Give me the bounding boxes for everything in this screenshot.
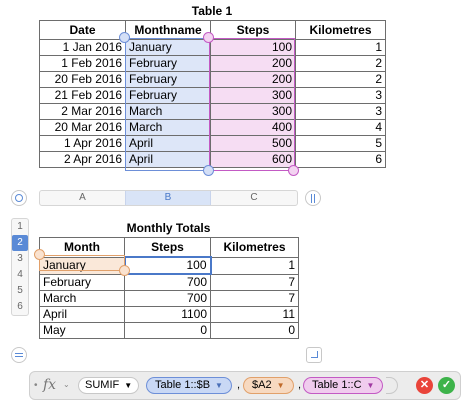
table1-cell-kilometres[interactable]: 1	[295, 39, 386, 56]
table1-cell-date[interactable]: 20 Feb 2016	[39, 71, 126, 88]
chevron-down-icon: ▼	[124, 381, 133, 390]
argument-separator: ,	[237, 379, 241, 391]
table1-header-steps[interactable]: Steps	[210, 20, 296, 40]
table1-cell-kilometres[interactable]: 3	[295, 87, 386, 104]
range-handle-bottom[interactable]	[203, 165, 214, 176]
cancel-formula-button[interactable]: ✕	[416, 377, 433, 394]
table1-cell-date[interactable]: 1 Jan 2016	[39, 39, 126, 56]
monthly-totals-header-kilometres[interactable]: Kilometres	[210, 237, 299, 258]
monthly-totals-table: Month Steps Kilometres January 100 1 Febru…	[39, 237, 299, 339]
monthly-totals-title: Monthly Totals	[126, 221, 211, 235]
monthly-totals-cell-steps[interactable]: 100	[123, 256, 212, 275]
column-header-a[interactable]: A	[40, 191, 125, 205]
formula-closing-paren	[386, 377, 398, 394]
table-row: February 700 7	[39, 273, 299, 291]
monthly-totals-cell-steps[interactable]: 700	[124, 290, 211, 307]
table-resize-handle[interactable]	[306, 347, 322, 363]
reference-token-range-c[interactable]: Table 1::C ▼	[303, 377, 384, 394]
table1-header-kilometres[interactable]: Kilometres	[295, 20, 386, 40]
column-header-c[interactable]: C	[211, 191, 297, 205]
chevron-down-icon: ▼	[276, 381, 285, 390]
function-pill[interactable]: SUMIF ▼	[78, 377, 140, 394]
table-row: March 700 7	[39, 290, 299, 307]
row-header-4[interactable]: 4	[12, 267, 28, 283]
table-row: April 1100 11	[39, 306, 299, 323]
reference-token-label: $A2	[252, 379, 272, 391]
column-header-b[interactable]: B	[125, 191, 211, 205]
table1-cell-date[interactable]: 21 Feb 2016	[39, 87, 126, 104]
table1-title: Table 1	[191, 4, 233, 18]
reference-token-a2[interactable]: $A2 ▼	[243, 377, 294, 394]
monthly-totals-cell-month[interactable]: February	[39, 273, 125, 291]
row-header-1[interactable]: 1	[12, 219, 28, 235]
table1-cell-kilometres[interactable]: 6	[295, 151, 386, 168]
row-header-bar: 1 2 3 4 5 6	[11, 218, 29, 316]
reference-handle-top[interactable]	[34, 249, 45, 260]
chevron-down-icon: ▼	[366, 381, 375, 390]
argument-separator: ,	[298, 379, 302, 391]
table1-cell-kilometres[interactable]: 2	[295, 55, 386, 72]
reference-token-range-b[interactable]: Table 1::$B ▼	[146, 377, 232, 394]
monthly-totals-cell-kilometres[interactable]: 7	[210, 273, 299, 291]
reference-token-label: Table 1::$B	[155, 379, 211, 391]
row-header-3[interactable]: 3	[12, 251, 28, 267]
reference-handle-bottom[interactable]	[119, 265, 130, 276]
range-handle-top[interactable]	[119, 32, 130, 43]
monthly-totals-cell-steps[interactable]: 1100	[124, 306, 211, 323]
fx-label[interactable]: fx	[43, 377, 56, 393]
monthly-totals-cell-kilometres[interactable]: 7	[210, 290, 299, 307]
function-name: SUMIF	[85, 379, 120, 391]
table1-cell-date[interactable]: 2 Mar 2016	[39, 103, 126, 120]
table1-cell-kilometres[interactable]: 3	[295, 103, 386, 120]
monthly-totals-cell-kilometres[interactable]: 11	[210, 306, 299, 323]
table1-header-monthname[interactable]: Monthname	[125, 20, 211, 40]
range-handle-top[interactable]	[203, 32, 214, 43]
range-highlight-monthname	[125, 38, 210, 171]
monthly-totals-cell-steps[interactable]: 700	[124, 273, 211, 291]
chevron-down-icon[interactable]: ⌄	[63, 380, 70, 389]
formula-bar: • fx ⌄ SUMIF ▼ Table 1::$B ▼ , $A2 ▼ , Tabl…	[29, 371, 461, 400]
table1-cell-date[interactable]: 20 Mar 2016	[39, 119, 126, 136]
formula-mode-indicator: •	[34, 380, 38, 391]
table1-cell-kilometres[interactable]: 2	[295, 71, 386, 88]
row-header-6[interactable]: 6	[12, 299, 28, 315]
monthly-totals-cell-month[interactable]: April	[39, 306, 125, 323]
row-header-2[interactable]: 2	[12, 235, 28, 251]
monthly-totals-cell-month[interactable]: March	[39, 290, 125, 307]
add-row-handle[interactable]	[11, 347, 27, 363]
monthly-totals-cell-month[interactable]: May	[39, 322, 125, 339]
monthly-totals-cell-steps[interactable]: 0	[124, 322, 211, 339]
accept-formula-button[interactable]: ✓	[438, 377, 455, 394]
table1-cell-date[interactable]: 1 Feb 2016	[39, 55, 126, 72]
table1-cell-kilometres[interactable]: 4	[295, 119, 386, 136]
add-column-handle[interactable]	[305, 190, 321, 206]
row-header-5[interactable]: 5	[12, 283, 28, 299]
reference-token-label: Table 1::C	[312, 379, 362, 391]
table1-header-date[interactable]: Date	[39, 20, 126, 40]
range-highlight-steps	[209, 38, 295, 171]
table1-cell-date[interactable]: 2 Apr 2016	[39, 151, 126, 168]
table1-cell-kilometres[interactable]: 5	[295, 135, 386, 152]
column-header-bar: A B C	[39, 190, 298, 206]
reference-highlight-a2	[39, 255, 125, 271]
monthly-totals-header-steps[interactable]: Steps	[124, 237, 211, 258]
range-handle-bottom[interactable]	[288, 165, 299, 176]
select-table-button[interactable]	[11, 190, 27, 206]
monthly-totals-cell-kilometres[interactable]: 1	[210, 256, 299, 275]
chevron-down-icon: ▼	[215, 381, 223, 390]
table1-cell-date[interactable]: 1 Apr 2016	[39, 135, 126, 152]
table-row: May 0 0	[39, 322, 299, 339]
monthly-totals-cell-kilometres[interactable]: 0	[210, 322, 299, 339]
